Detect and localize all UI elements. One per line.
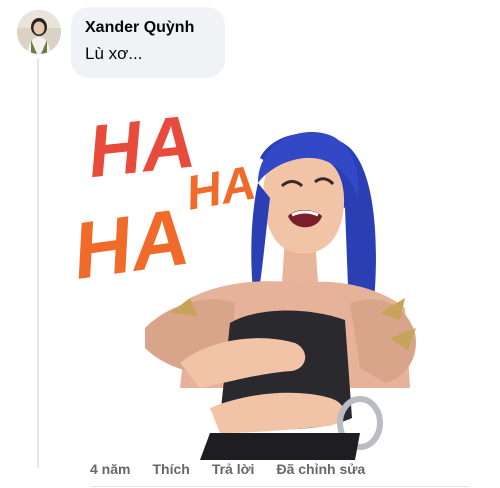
comment-time[interactable]: 4 năm	[90, 461, 130, 477]
comment-thread-line	[37, 58, 39, 468]
user-avatar-icon	[17, 10, 61, 54]
comment-bubble: Xander Quỳnh Lù xơ...	[71, 7, 225, 78]
sticker-ha-text-2: HA	[67, 192, 194, 296]
comment-author-name[interactable]: Xander Quỳnh	[85, 18, 211, 38]
comment-actions: 4 năm Thích Trả lời Đã chỉnh sửa	[90, 457, 470, 481]
sticker-ha-text-1: HA	[84, 99, 199, 193]
comment-text: Lù xơ...	[85, 44, 143, 63]
like-button[interactable]: Thích	[152, 461, 189, 477]
divider	[90, 486, 470, 487]
reply-button[interactable]: Trả lời	[212, 461, 255, 477]
avatar[interactable]	[17, 10, 61, 54]
comment-sticker[interactable]: HA HA HA HA	[60, 88, 440, 460]
edited-label: Đã chỉnh sửa	[276, 461, 366, 477]
laughing-character-sticker-icon: HA HA HA HA	[67, 99, 416, 460]
